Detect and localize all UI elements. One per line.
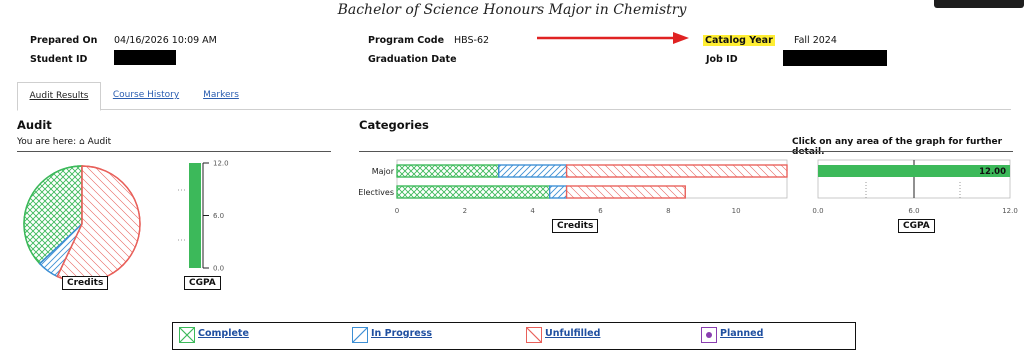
credit-x-tick-label: 4 bbox=[530, 207, 535, 215]
cgpa-vertical-tick-label: 6.0 bbox=[213, 212, 224, 220]
credit-bar-electives-unfulfilled bbox=[565, 185, 686, 199]
credit-x-tick-label: 8 bbox=[666, 207, 670, 215]
credit-bar-major-complete bbox=[396, 164, 500, 178]
in-progress-icon bbox=[352, 327, 368, 343]
credit-x-tick-label: 2 bbox=[463, 207, 467, 215]
unfulfilled-icon bbox=[526, 327, 542, 343]
credit-row-label: Electives bbox=[358, 188, 394, 197]
credit-row-label: Major bbox=[372, 167, 395, 176]
chart-legend: Complete In Progress Unfulfilled Planned bbox=[172, 322, 856, 350]
cgpa-x-tick-label: 0.0 bbox=[812, 207, 823, 215]
credit-x-tick-label: 0 bbox=[395, 207, 399, 215]
cgpa-x-tick-label: 6.0 bbox=[908, 207, 919, 215]
hbar-cgpa-label: CGPA bbox=[898, 219, 935, 233]
cgpa-vertical-tick-label: 0.0 bbox=[213, 265, 224, 273]
charts-canvas: 12.0 6.0 0.0 Major Electives 0 2 4 6 8 10 12.00 0.… bbox=[23, 159, 1018, 283]
categories-credit-chart[interactable]: Major Electives 0 2 4 6 8 10 bbox=[358, 159, 788, 215]
cgpa-data-label: 12.00 bbox=[979, 167, 1006, 177]
credit-bar-major-unfulfilled bbox=[565, 164, 788, 178]
credit-x-tick-label: 6 bbox=[598, 207, 603, 215]
complete-icon bbox=[179, 327, 195, 343]
cgpa-vertical-chart[interactable]: 12.0 6.0 0.0 bbox=[178, 160, 229, 273]
legend-planned-link[interactable]: Planned bbox=[720, 328, 763, 339]
hbar-credits-label: Credits bbox=[552, 219, 599, 233]
planned-icon bbox=[701, 327, 717, 343]
credit-x-tick-label: 10 bbox=[732, 207, 741, 215]
legend-unfulfilled-link[interactable]: Unfulfilled bbox=[545, 328, 600, 339]
credits-pie-chart[interactable] bbox=[23, 165, 141, 283]
legend-in-progress-link[interactable]: In Progress bbox=[371, 328, 432, 339]
cgpa-x-tick-label: 12.0 bbox=[1002, 207, 1018, 215]
credit-bar-electives-complete bbox=[396, 185, 551, 199]
pie-credits-label: Credits bbox=[62, 276, 109, 290]
categories-cgpa-chart[interactable]: 12.00 0.0 6.0 12.0 bbox=[812, 159, 1018, 215]
vbar-cgpa-label: CGPA bbox=[184, 276, 221, 290]
cgpa-vertical-tick-label: 12.0 bbox=[213, 160, 229, 168]
credit-bar-electives-in-progress bbox=[549, 185, 568, 199]
legend-complete-link[interactable]: Complete bbox=[198, 328, 249, 339]
cgpa-vertical-bar bbox=[189, 163, 201, 268]
credit-bar-major-in-progress bbox=[498, 164, 568, 178]
